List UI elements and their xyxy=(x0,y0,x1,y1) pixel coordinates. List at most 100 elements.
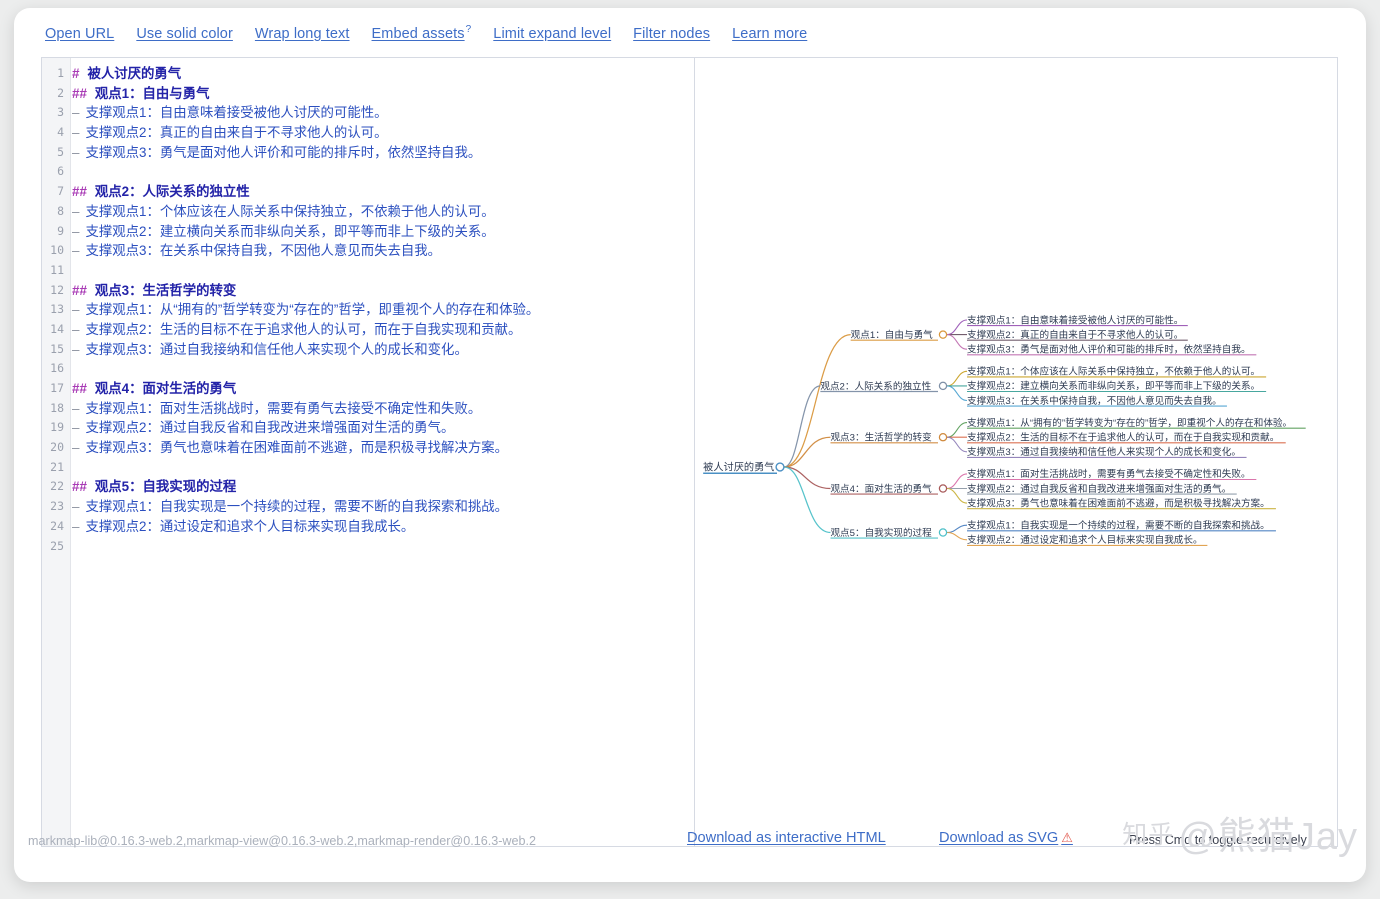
code-line[interactable]: ## 观点2：人际关系的独立性 xyxy=(72,182,694,202)
toolbar-link-use-solid-color[interactable]: Use solid color xyxy=(136,26,233,42)
code-line[interactable] xyxy=(72,359,694,379)
mindmap-svg[interactable]: 观点1：自由与勇气 支撑观点1：自由意味着接受被他人讨厌的可能性。支撑观点2：真正… xyxy=(695,58,1337,846)
mindmap-leaf-label[interactable]: 支撑观点3：勇气也意味着在困难面前不逃避，而是积极寻找解决方案。 xyxy=(967,497,1270,509)
code-line[interactable]: ## 观点5：自我实现的过程 xyxy=(72,477,694,497)
code-line-text: 支撑观点2：生活的目标不在于追求他人的认可，而在于自我实现和贡献。 xyxy=(85,321,522,337)
code-line[interactable]: – 支撑观点1：面对生活挑战时，需要有勇气去接受不确定性和失败。 xyxy=(72,399,694,419)
download-interactive-html-link[interactable]: Download as interactive HTML xyxy=(687,830,886,846)
mindmap-branch-label[interactable]: 观点4：面对生活的勇气 xyxy=(830,483,932,495)
code-line-text: 观点5：自我实现的过程 xyxy=(94,479,237,495)
code-line[interactable]: – 支撑观点2：生活的目标不在于追求他人的认可，而在于自我实现和贡献。 xyxy=(72,320,694,340)
mindmap-leaf-label[interactable]: 支撑观点2：真正的自由来自于不寻求他人的认可。 xyxy=(967,329,1183,341)
code-line-text: 支撑观点3：勇气也意味着在困难面前不逃避，而是积极寻找解决方案。 xyxy=(85,440,509,456)
mindmap-leaf-label[interactable]: 支撑观点2：通过设定和追求个人目标来实现自我成长。 xyxy=(967,534,1203,546)
code-line-text: 支撑观点3：在关系中保持自我，不因他人意见而失去自我。 xyxy=(85,243,442,259)
code-line-text: 观点4：面对生活的勇气 xyxy=(94,381,237,396)
line-number: 19 xyxy=(50,420,64,435)
mindmap-link xyxy=(946,385,968,402)
code-line-text: 支撑观点2：通过设定和追求个人目标来实现自我成长。 xyxy=(85,518,415,534)
code-line[interactable]: – 支撑观点1：个体应该在人际关系中保持独立，不依赖于他人的认可。 xyxy=(72,202,694,222)
mindmap-branch-label[interactable]: 观点5：自我实现的过程 xyxy=(830,527,932,539)
code-line[interactable]: – 支撑观点2：建立横向关系而非纵向关系，即平等而非上下级的关系。 xyxy=(72,222,694,242)
markdown-editor-pane[interactable]: 1 2 3 4 5 6 7 8 9 10 11 12 13 14 15 16 17 18 19 20 21 22 23 24 2… xyxy=(42,58,695,846)
list-bullet-marker: – xyxy=(72,440,80,456)
list-bullet-marker: – xyxy=(72,420,80,436)
mindmap-root-label[interactable]: 被人讨厌的勇气 xyxy=(703,461,774,474)
code-line[interactable] xyxy=(72,537,694,557)
code-line[interactable] xyxy=(72,162,694,182)
mindmap-branch-node-circle[interactable] xyxy=(938,381,948,391)
code-line[interactable]: – 支撑观点2：通过设定和追求个人目标来实现自我成长。 xyxy=(72,517,694,537)
line-number: 22 xyxy=(50,479,64,494)
mindmap-leaf-label[interactable]: 支撑观点1：个体应该在人际关系中保持独立，不依赖于他人的认可。 xyxy=(967,366,1260,378)
toolbar-link-filter-nodes[interactable]: Filter nodes xyxy=(633,26,710,42)
code-line[interactable]: – 支撑观点2：通过自我反省和自我改进来增强面对生活的勇气。 xyxy=(72,418,694,438)
toolbar-link-learn-more[interactable]: Learn more xyxy=(732,26,807,42)
line-number: 14 xyxy=(50,321,64,336)
list-bullet-marker: – xyxy=(72,243,80,259)
code-line[interactable]: – 支撑观点3：通过自我接纳和信任他人来实现个人的成长和变化。 xyxy=(72,340,694,360)
line-number: 18 xyxy=(50,400,64,415)
code-line[interactable]: ## 观点1：自由与勇气 xyxy=(72,84,694,104)
list-bullet-marker: – xyxy=(72,105,80,121)
code-line[interactable]: – 支撑观点2：真正的自由来自于不寻求他人的认可。 xyxy=(72,123,694,143)
code-line[interactable]: ## 观点4：面对生活的勇气 xyxy=(72,379,694,399)
mindmap-leaf-label[interactable]: 支撑观点2：通过自我反省和自我改进来增强面对生活的勇气。 xyxy=(967,483,1231,495)
help-marker-icon[interactable]: ? xyxy=(466,24,472,35)
mindmap-branch-node-circle[interactable] xyxy=(938,528,948,537)
code-line[interactable]: – 支撑观点3：勇气是面对他人评价和可能的排斥时，依然坚持自我。 xyxy=(72,143,694,163)
mindmap-leaf-label[interactable]: 支撑观点1：自由意味着接受被他人讨厌的可能性。 xyxy=(967,314,1183,326)
mindmap-link xyxy=(946,370,968,387)
code-line[interactable]: – 支撑观点3：勇气也意味着在困难面前不逃避，而是积极寻找解决方案。 xyxy=(72,438,694,458)
mindmap-branch-node-circle[interactable] xyxy=(938,330,948,339)
mindmap-branch-label[interactable]: 观点2：人际关系的独立性 xyxy=(820,380,931,392)
line-number: 8 xyxy=(57,203,64,218)
mindmap-leaf-label[interactable]: 支撑观点2：生活的目标不在于追求他人的认可，而在于自我实现和贡献。 xyxy=(967,432,1279,444)
mindmap-root-node-circle[interactable] xyxy=(775,462,785,472)
mindmap-leaf-label[interactable]: 支撑观点3：勇气是面对他人评价和可能的排斥时，依然坚持自我。 xyxy=(967,344,1251,356)
mindmap-link xyxy=(783,436,831,468)
code-line[interactable]: – 支撑观点1：自由意味着接受被他人讨厌的可能性。 xyxy=(72,103,694,123)
heading-marker: ## xyxy=(72,85,87,101)
mindmap-leaf-label[interactable]: 支撑观点3：通过自我接纳和信任他人来实现个人的成长和变化。 xyxy=(967,446,1241,458)
mindmap-branch-label[interactable]: 观点1：自由与勇气 xyxy=(851,329,933,341)
line-number: 9 xyxy=(57,223,64,238)
mindmap-branch-node-circle[interactable] xyxy=(938,432,948,442)
code-line[interactable]: – 支撑观点1：自我实现是一个持续的过程，需要不断的自我探索和挑战。 xyxy=(72,497,694,517)
download-svg-label: Download as SVG xyxy=(939,830,1059,846)
mindmap-branch-label[interactable]: 观点3：生活哲学的转变 xyxy=(830,432,932,444)
code-line-text: 支撑观点1：面对生活挑战时，需要有勇气去接受不确定性和失败。 xyxy=(85,400,482,416)
toolbar-link-wrap-long-text[interactable]: Wrap long text xyxy=(255,26,350,42)
toolbar-link-limit-expand-level[interactable]: Limit expand level xyxy=(493,26,611,42)
code-line[interactable]: – 支撑观点3：在关系中保持自我，不因他人意见而失去自我。 xyxy=(72,241,694,261)
download-svg-link[interactable]: Download as SVG ⚠ xyxy=(939,830,1073,846)
list-bullet-marker: – xyxy=(72,203,80,219)
code-line-text: 观点1：自由与勇气 xyxy=(94,85,210,101)
heading-marker: ## xyxy=(72,184,87,200)
code-line[interactable]: # 被人讨厌的勇气 xyxy=(72,64,694,84)
markmap-app-window: Open URL Use solid color Wrap long text Emb… xyxy=(14,8,1366,882)
toolbar-link-embed-assets[interactable]: Embed assets? xyxy=(372,24,472,42)
code-line[interactable]: ## 观点3：生活哲学的转变 xyxy=(72,281,694,301)
code-line[interactable] xyxy=(72,458,694,478)
line-number: 3 xyxy=(57,105,64,120)
mindmap-pane[interactable]: 观点1：自由与勇气 支撑观点1：自由意味着接受被他人讨厌的可能性。 支撑观点2：真正… xyxy=(695,58,1337,846)
toolbar-link-open-url[interactable]: Open URL xyxy=(45,26,114,42)
heading-marker: ## xyxy=(72,282,87,298)
code-line[interactable]: – 支撑观点1：从“拥有的”哲学转变为“存在的”哲学，即重视个人的存在和体验。 xyxy=(72,300,694,320)
mindmap-leaf-label[interactable]: 支撑观点1：面对生活挑战时，需要有勇气去接受不确定性和失败。 xyxy=(967,468,1251,480)
mindmap-branch-node-circle[interactable] xyxy=(938,484,948,493)
mindmap-leaf-label[interactable]: 支撑观点2：建立横向关系而非纵向关系，即平等而非上下级的关系。 xyxy=(967,380,1260,392)
toolbar-link-label: Embed assets xyxy=(371,25,465,42)
mindmap-leaf-label[interactable]: 支撑观点1：从“拥有的”哲学转变为“存在的”哲学，即重视个人的存在和体验。 xyxy=(967,417,1292,429)
mindmap-nodes: 观点1：自由与勇气 支撑观点1：自由意味着接受被他人讨厌的可能性。支撑观点2：真正… xyxy=(703,314,1306,546)
mindmap-leaf-label[interactable]: 支撑观点3：在关系中保持自我，不因他人意见而失去自我。 xyxy=(967,395,1222,407)
code-line[interactable] xyxy=(72,261,694,281)
code-line-text: 支撑观点1：从“拥有的”哲学转变为“存在的”哲学，即重视个人的存在和体验。 xyxy=(85,302,540,318)
mindmap-leaf-label[interactable]: 支撑观点1：自我实现是一个持续的过程，需要不断的自我探索和挑战。 xyxy=(967,520,1270,532)
markdown-code-area[interactable]: # 被人讨厌的勇气 ## 观点1：自由与勇气 – 支撑观点1：自由意味着接受被他人讨厌的可… xyxy=(72,58,694,846)
line-number: 1 xyxy=(57,66,64,80)
list-bullet-marker: – xyxy=(72,144,80,160)
line-number: 4 xyxy=(57,125,64,140)
line-number: 17 xyxy=(50,381,64,395)
